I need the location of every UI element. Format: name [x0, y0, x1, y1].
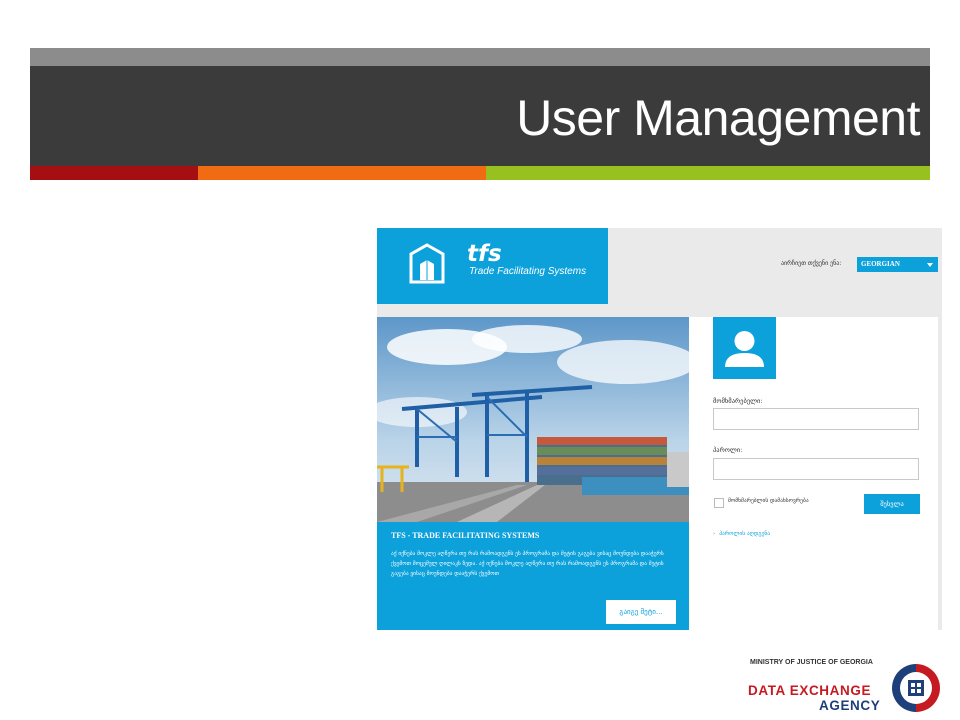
port-cranes-photo	[377, 317, 689, 522]
language-selected-value: GEORGIAN	[861, 260, 900, 268]
tfs-logo-icon	[409, 243, 445, 284]
remember-me-checkbox[interactable]	[714, 498, 724, 508]
promo-title: TFS - TRADE FACILITATING SYSTEMS	[391, 531, 540, 540]
login-button[interactable]: შესვლა	[864, 494, 920, 514]
forgot-password-link[interactable]: › პაროლის აღდგენა	[713, 531, 770, 537]
forgot-password-label: პაროლის აღდგენა	[719, 531, 771, 537]
ministry-label: MINISTRY OF JUSTICE OF GEORGIA	[750, 659, 873, 666]
tfs-brand-name: tfs	[467, 241, 502, 267]
tfs-brand-subtitle: Trade Facilitating Systems	[469, 266, 587, 277]
agency-name-line2: AGENCY	[819, 698, 881, 713]
title-top-strip	[30, 48, 930, 66]
password-input[interactable]	[713, 458, 919, 480]
remember-me-label: მომხმარებლის დამახსოვრება	[728, 498, 809, 504]
promo-description: აქ იქნება მოკლე აღწერა თუ რას რამოადგენს…	[391, 551, 664, 577]
learn-more-button[interactable]: გაიგე მეტი...	[606, 600, 676, 624]
promo-panel: TFS - TRADE FACILITATING SYSTEMS აქ იქნე…	[377, 317, 689, 630]
chevron-down-icon	[927, 263, 933, 267]
language-label: აირჩიეთ თქვენი ენა:	[781, 260, 842, 267]
tfs-header: tfs Trade Facilitating Systems	[377, 228, 608, 304]
title-bar: User Management	[30, 66, 930, 166]
username-input[interactable]	[713, 408, 919, 430]
agency-emblem-icon	[892, 664, 940, 712]
login-panel: მომხმარებელი: პაროლი: მომხმარებლის დამახ…	[689, 317, 938, 630]
accent-bar-green	[486, 166, 930, 180]
accent-bar-orange	[198, 166, 486, 180]
accent-bar-red	[30, 166, 198, 180]
agency-name-line1: DATA EXCHANGE	[748, 683, 872, 698]
username-label: მომხმარებელი:	[713, 397, 763, 405]
login-page-screenshot: tfs Trade Facilitating Systems აირჩიეთ თ…	[377, 228, 942, 630]
password-label: პაროლი:	[713, 446, 743, 454]
user-avatar-icon	[713, 317, 776, 379]
language-select[interactable]: GEORGIAN	[857, 257, 938, 272]
slide-title: User Management	[516, 90, 920, 146]
chevron-right-icon: ›	[713, 531, 716, 537]
